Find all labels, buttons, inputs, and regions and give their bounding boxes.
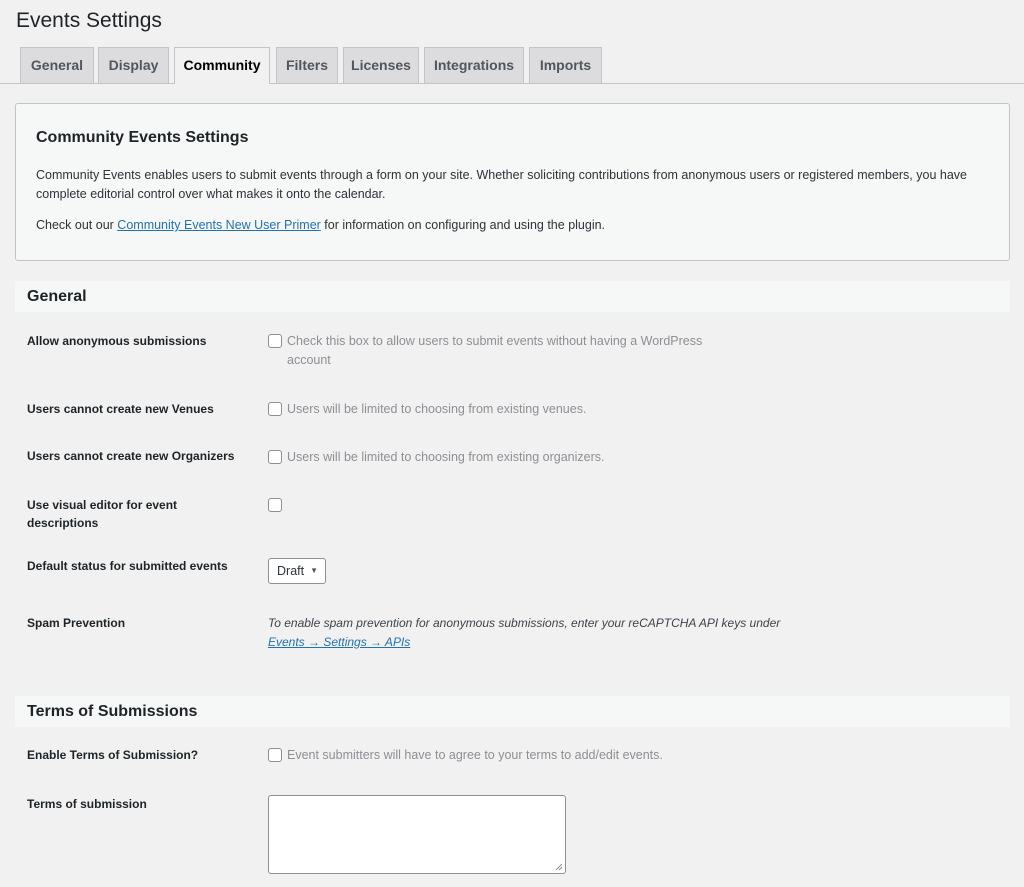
- spam-apis-link[interactable]: Events → Settings → APIs: [268, 635, 410, 649]
- tab-imports[interactable]: Imports: [529, 47, 602, 83]
- spam-text: To enable spam prevention for anonymous …: [268, 616, 781, 630]
- enable-terms-label: Enable Terms of Submission?: [27, 748, 199, 762]
- spam-label: Spam Prevention: [27, 616, 126, 630]
- terms-textarea[interactable]: [268, 795, 566, 874]
- enable-terms-description: Event submitters will have to agree to y…: [287, 748, 663, 762]
- tab-integrations[interactable]: Integrations: [424, 47, 524, 83]
- anonymous-checkbox[interactable]: [268, 334, 282, 348]
- enable-terms-field: Event submitters will have to agree to y…: [268, 746, 663, 765]
- venues-description: Users will be limited to choosing from e…: [287, 402, 587, 416]
- intro-paragraph: Community Events enables users to submit…: [36, 168, 967, 201]
- default-status-label: Default status for submitted events: [27, 559, 228, 573]
- visual-editor-checkbox[interactable]: [268, 498, 282, 512]
- organizers-field: Users will be limited to choosing from e…: [268, 448, 605, 467]
- primer-prefix: Check out our: [36, 218, 118, 232]
- visual-editor-label: Use visual editor for event descriptions: [27, 498, 178, 530]
- venues-field: Users will be limited to choosing from e…: [268, 400, 586, 419]
- tab-filters[interactable]: Filters: [276, 47, 338, 83]
- default-status-value: Draft: [277, 564, 305, 578]
- enable-terms-checkbox[interactable]: [268, 748, 282, 762]
- venues-label: Users cannot create new Venues: [27, 402, 214, 416]
- visual-editor-field: [268, 496, 287, 515]
- spam-description: To enable spam prevention for anonymous …: [268, 614, 788, 652]
- tab-display[interactable]: Display: [98, 47, 169, 83]
- chevron-down-icon: ▼: [310, 566, 318, 575]
- organizers-description: Users will be limited to choosing from e…: [287, 450, 605, 464]
- organizers-checkbox[interactable]: [268, 450, 282, 464]
- general-section-header: General: [15, 281, 1010, 312]
- intro-title: Community Events Settings: [36, 129, 249, 146]
- default-status-select[interactable]: Draft ▼: [268, 558, 326, 584]
- anonymous-label: Allow anonymous submissions: [27, 334, 207, 348]
- tab-licenses[interactable]: Licenses: [343, 47, 419, 83]
- venues-checkbox[interactable]: [268, 402, 282, 416]
- settings-tabs: General Display Community Filters Licens…: [0, 47, 1024, 84]
- tab-general[interactable]: General: [20, 47, 94, 83]
- organizers-label: Users cannot create new Organizers: [27, 449, 235, 463]
- primer-suffix: for information on configuring and using…: [320, 218, 606, 232]
- primer-link[interactable]: Community Events New User Primer: [117, 218, 321, 232]
- intro-box: Community Events Settings Community Even…: [15, 103, 1010, 261]
- anonymous-description: Check this box to allow users to submit …: [287, 334, 703, 367]
- anonymous-field: Check this box to allow users to submit …: [268, 332, 737, 370]
- resize-handle-icon[interactable]: [555, 863, 563, 871]
- intro-primer-line: Check out our Community Events New User …: [36, 218, 605, 232]
- tab-community[interactable]: Community: [174, 47, 270, 84]
- terms-section-header: Terms of Submissions: [15, 696, 1010, 727]
- page-title: Events Settings: [16, 9, 162, 32]
- terms-label: Terms of submission: [27, 797, 147, 811]
